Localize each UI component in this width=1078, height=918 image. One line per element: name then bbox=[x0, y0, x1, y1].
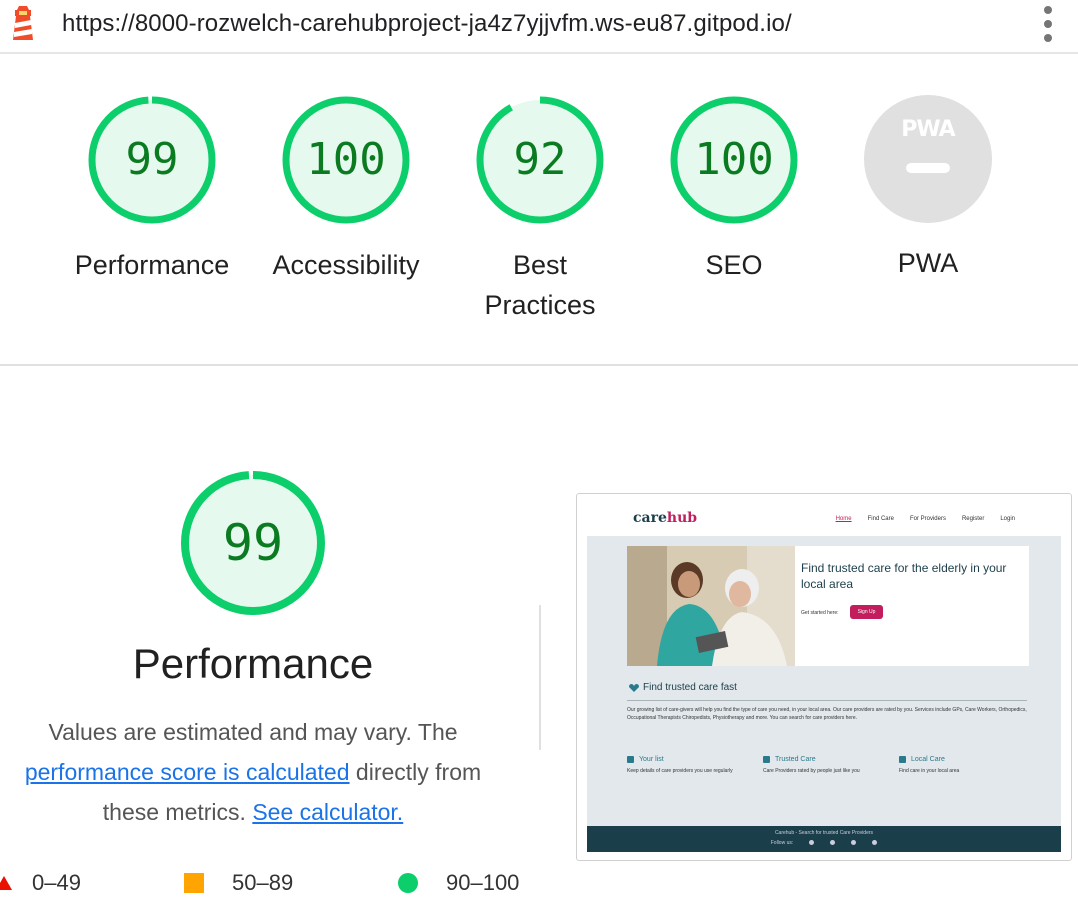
thumb-body: Find trusted care for the elderly in you… bbox=[587, 536, 1061, 826]
youtube-icon bbox=[872, 840, 878, 846]
section-text: Our growing list of care-givers will hel… bbox=[627, 707, 1027, 721]
legend-pass: 90–100 bbox=[446, 870, 520, 895]
section-rule bbox=[627, 700, 1027, 701]
gauge-performance[interactable]: 99 Performance bbox=[52, 95, 252, 285]
thumb-nav-links: Home Find Care For Providers Register Login bbox=[820, 516, 1015, 522]
hero-card: Find trusted care for the elderly in you… bbox=[795, 546, 1029, 666]
pwa-badge-icon: PWA bbox=[864, 95, 992, 223]
page-url[interactable]: https://8000-rozwelch-carehubproject-ja4… bbox=[62, 10, 792, 38]
feature-your-list: Your list Keep details of care providers… bbox=[627, 756, 747, 775]
feature-text: Care Providers rated by people just like… bbox=[763, 768, 860, 774]
feature-text: Find care in your local area bbox=[899, 768, 960, 774]
feature-text: Keep details of care providers you use r… bbox=[627, 768, 733, 774]
gauge-label: SEO bbox=[705, 250, 763, 280]
score-legend: 0–49 50–89 90–100 bbox=[0, 868, 1078, 898]
lighthouse-icon bbox=[13, 6, 33, 40]
carehub-logo: carehub bbox=[633, 510, 698, 526]
score-value: 100 bbox=[306, 134, 386, 185]
instagram-icon bbox=[830, 840, 836, 846]
feature-local-care: Local Care Find care in your local area bbox=[899, 756, 1019, 775]
thumb-footer: Carehub - Search for trusted Care Provid… bbox=[587, 826, 1061, 852]
legend-fail: 0–49 bbox=[32, 870, 81, 895]
carer-photo-icon bbox=[627, 546, 797, 666]
gauge-accessibility[interactable]: 100 Accessibility bbox=[246, 95, 446, 285]
hero-photo bbox=[627, 546, 797, 666]
see-calculator-link[interactable]: See calculator. bbox=[252, 799, 403, 825]
gauge-label: Best Practices bbox=[484, 250, 596, 320]
address-bar: https://8000-rozwelch-carehubproject-ja4… bbox=[0, 0, 1078, 54]
performance-score-value: 99 bbox=[222, 514, 284, 572]
feature-trusted-care: Trusted Care Care Providers rated by peo… bbox=[763, 756, 883, 775]
thumb-nav-login: Login bbox=[1000, 516, 1015, 522]
sign-up-button: Sign Up bbox=[850, 605, 883, 619]
map-icon bbox=[899, 756, 906, 763]
person-icon bbox=[763, 756, 770, 763]
hero-title: Find trusted care for the elderly in you… bbox=[801, 561, 1007, 591]
feature-title: Trusted Care bbox=[775, 756, 816, 763]
pwa-badge-text: PWA bbox=[901, 117, 955, 142]
twitter-icon bbox=[851, 840, 857, 846]
pwa-dash bbox=[906, 163, 950, 173]
gauge-seo[interactable]: 100 SEO bbox=[634, 95, 834, 285]
heart-icon bbox=[629, 684, 639, 692]
desc-text: Values are estimated and may vary. The bbox=[48, 719, 458, 745]
section-title: Find trusted care fast bbox=[643, 682, 737, 693]
score-value: 92 bbox=[513, 134, 567, 185]
hero-subtitle: Get started here: bbox=[801, 610, 839, 616]
list-icon bbox=[627, 756, 634, 763]
gauge-pwa[interactable]: PWA PWA bbox=[828, 95, 1028, 283]
section-divider bbox=[0, 364, 1078, 366]
vertical-divider bbox=[539, 605, 541, 750]
legend-average: 50–89 bbox=[232, 870, 294, 895]
footer-title: Carehub - Search for trusted Care Provid… bbox=[774, 830, 874, 836]
gauge-best-practices[interactable]: 92 Best Practices bbox=[440, 95, 640, 325]
gauge-label: PWA bbox=[897, 248, 959, 278]
feature-title: Local Care bbox=[911, 756, 945, 763]
more-menu-icon[interactable] bbox=[1040, 6, 1056, 42]
facebook-icon bbox=[809, 840, 815, 846]
thumb-nav-find-care: Find Care bbox=[867, 516, 894, 522]
performance-description: Values are estimated and may vary. The p… bbox=[0, 712, 506, 832]
gauge-label: Accessibility bbox=[272, 250, 420, 280]
score-value: 100 bbox=[694, 134, 774, 185]
thumb-nav-providers: For Providers bbox=[909, 516, 946, 522]
final-screenshot[interactable]: carehub Home Find Care For Providers Regist… bbox=[576, 493, 1072, 861]
feature-title: Your list bbox=[639, 756, 664, 763]
performance-title: Performance bbox=[132, 640, 374, 687]
score-calculated-link[interactable]: performance score is calculated bbox=[25, 759, 350, 785]
thumb-navbar: carehub Home Find Care For Providers Regist… bbox=[577, 494, 1071, 536]
gauge-label: Performance bbox=[74, 250, 230, 280]
score-value: 99 bbox=[125, 134, 179, 185]
thumb-nav-home: Home bbox=[835, 516, 852, 522]
thumb-nav-register: Register bbox=[961, 516, 985, 522]
footer-follow: Follow us: bbox=[587, 840, 1061, 846]
